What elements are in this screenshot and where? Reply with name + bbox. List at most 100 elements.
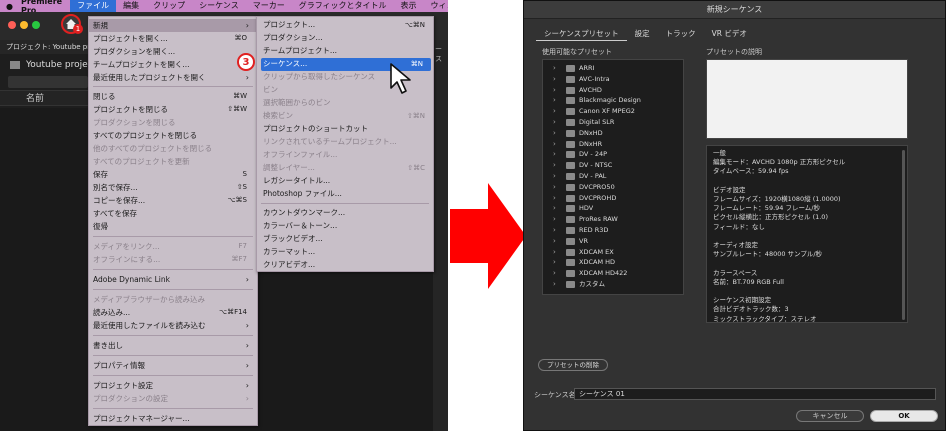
preset-folder-row[interactable]: › DNxHR	[543, 139, 683, 150]
preset-folder-row[interactable]: › XDCAM EX	[543, 247, 683, 258]
details-scrollbar[interactable]	[902, 150, 905, 320]
submenu-item-photoshop-file[interactable]: Photoshop ファイル...	[257, 188, 433, 201]
menu-item-close-all-projects[interactable]: すべてのプロジェクトを閉じる	[89, 129, 257, 142]
chevron-right-icon[interactable]: ›	[553, 106, 556, 117]
preset-folder-row[interactable]: › HDV	[543, 203, 683, 214]
menu-item-close[interactable]: 閉じる ⌘W	[89, 90, 257, 103]
chevron-right-icon[interactable]: ›	[553, 160, 556, 171]
tab-settings[interactable]: 設定	[627, 27, 658, 41]
preset-detail-line: 合計ビデオトラック数：3	[713, 305, 789, 314]
preset-folder-row[interactable]: › カスタム	[543, 279, 683, 290]
chevron-right-icon[interactable]: ›	[553, 193, 556, 204]
delete-preset-button[interactable]: プリセットの削除	[538, 359, 608, 371]
menu-graphics[interactable]: グラフィックとタイトル	[292, 0, 394, 12]
source-tab[interactable]: ース	[435, 44, 448, 64]
submenu-item-project[interactable]: プロジェクト... ⌥⌘N	[257, 19, 433, 32]
submenu-item-bars-tone[interactable]: カラーバー＆トーン...	[257, 220, 433, 233]
menu-window[interactable]: ウィンドウ	[424, 0, 448, 12]
menu-item-revert[interactable]: 復帰	[89, 220, 257, 233]
menu-item-project-manager[interactable]: プロジェクトマネージャー...	[89, 412, 257, 425]
chevron-right-icon[interactable]: ›	[553, 214, 556, 225]
chevron-right-icon[interactable]: ›	[553, 63, 556, 74]
preset-folder-row[interactable]: › DNxHD	[543, 128, 683, 139]
menu-item-save-copy[interactable]: コピーを保存... ⌥⌘S	[89, 194, 257, 207]
chevron-right-icon[interactable]: ›	[553, 257, 556, 268]
chevron-right-icon[interactable]: ›	[553, 225, 556, 236]
chevron-right-icon[interactable]: ›	[553, 236, 556, 247]
zoom-window-icon[interactable]	[32, 21, 40, 29]
chevron-right-icon[interactable]: ›	[553, 117, 556, 128]
chevron-right-icon[interactable]: ›	[553, 128, 556, 139]
minimize-window-icon[interactable]	[20, 21, 28, 29]
preset-folder-row[interactable]: › ProRes RAW	[543, 214, 683, 225]
menu-marker[interactable]: マーカー	[246, 0, 292, 12]
submenu-item-project-shortcut[interactable]: プロジェクトのショートカット	[257, 123, 433, 136]
submenu-item-transparent-video[interactable]: クリアビデオ...	[257, 259, 433, 272]
menu-item-save[interactable]: 保存 S	[89, 168, 257, 181]
preset-folder-row[interactable]: › AVC-Intra	[543, 74, 683, 85]
chevron-right-icon[interactable]: ›	[553, 149, 556, 160]
preset-folder-row[interactable]: › XDCAM HD422	[543, 268, 683, 279]
tab-tracks[interactable]: トラック	[658, 27, 704, 41]
tab-sequence-presets[interactable]: シーケンスプリセット	[536, 27, 627, 41]
preset-folder-label: AVCHD	[579, 85, 602, 94]
preset-folder-row[interactable]: › XDCAM HD	[543, 257, 683, 268]
tab-vr-video[interactable]: VR ビデオ	[704, 27, 755, 41]
preset-folder-row[interactable]: › RED R3D	[543, 225, 683, 236]
menu-edit[interactable]: 編集	[116, 0, 146, 12]
menu-file[interactable]: ファイル	[70, 0, 117, 12]
menu-item-adobe-dynamic-link[interactable]: Adobe Dynamic Link ›	[89, 273, 257, 286]
chevron-right-icon[interactable]: ›	[553, 182, 556, 193]
preset-folder-row[interactable]: › Digital SLR	[543, 117, 683, 128]
preset-folder-row[interactable]: › ARRI	[543, 63, 683, 74]
submenu-item-black-video[interactable]: ブラックビデオ...	[257, 233, 433, 246]
preset-folder-row[interactable]: › Canon XF MPEG2	[543, 106, 683, 117]
chevron-right-icon[interactable]: ›	[553, 268, 556, 279]
menu-sequence[interactable]: シーケンス	[192, 0, 246, 12]
close-window-icon[interactable]	[8, 21, 16, 29]
menu-item-open-production[interactable]: プロダクションを開く...	[89, 45, 257, 58]
preset-folder-row[interactable]: › VR	[543, 236, 683, 247]
chevron-right-icon[interactable]: ›	[553, 85, 556, 96]
submenu-item-countdown[interactable]: カウントダウンマーク...	[257, 207, 433, 220]
chevron-right-icon[interactable]: ›	[553, 95, 556, 106]
cancel-button[interactable]: キャンセル	[796, 410, 864, 422]
chevron-right-icon[interactable]: ›	[553, 279, 556, 290]
chevron-right-icon[interactable]: ›	[553, 203, 556, 214]
sequence-name-input[interactable]: シーケンス 01	[574, 388, 936, 400]
menu-item-open-project[interactable]: プロジェクトを開く... ⌘O	[89, 32, 257, 45]
chevron-right-icon[interactable]: ›	[553, 139, 556, 150]
preset-folder-row[interactable]: › DVCPROHD	[543, 193, 683, 204]
menu-clip[interactable]: クリップ	[146, 0, 192, 12]
submenu-item-legacy-title[interactable]: レガシータイトル...	[257, 175, 433, 188]
submenu-item-color-matte[interactable]: カラーマット...	[257, 246, 433, 259]
preset-folder-row[interactable]: › Blackmagic Design	[543, 95, 683, 106]
preset-folder-row[interactable]: › DV - NTSC	[543, 160, 683, 171]
menu-item-save-all[interactable]: すべてを保存	[89, 207, 257, 220]
project-search-input[interactable]	[8, 76, 88, 88]
chevron-right-icon[interactable]: ›	[553, 74, 556, 85]
submenu-item-production[interactable]: プロダクション...	[257, 32, 433, 45]
ok-button[interactable]: OK	[870, 410, 938, 422]
menu-item-properties[interactable]: プロパティ情報 ›	[89, 359, 257, 372]
menu-item-open-team-project[interactable]: チームプロジェクトを開く...	[89, 58, 257, 71]
column-header-name[interactable]: 名前	[0, 90, 90, 106]
menu-item-export[interactable]: 書き出し ›	[89, 339, 257, 352]
menu-view[interactable]: 表示	[394, 0, 424, 12]
apple-icon[interactable]: ●	[6, 2, 13, 11]
preset-folder-row[interactable]: › DVCPRO50	[543, 182, 683, 193]
preset-folder-row[interactable]: › AVCHD	[543, 85, 683, 96]
chevron-right-icon[interactable]: ›	[553, 247, 556, 258]
chevron-right-icon[interactable]: ›	[553, 171, 556, 182]
preset-folder-row[interactable]: › DV - PAL	[543, 171, 683, 182]
submenu-item-team-project[interactable]: チームプロジェクト...	[257, 45, 433, 58]
menu-item-import[interactable]: 読み込み... ⌥⌘F14	[89, 306, 257, 319]
menu-item-project-settings[interactable]: プロジェクト設定 ›	[89, 379, 257, 392]
preset-folder-row[interactable]: › DV - 24P	[543, 149, 683, 160]
menu-item-recent-projects[interactable]: 最近使用したプロジェクトを開く ›	[89, 71, 257, 84]
menu-item-save-as[interactable]: 別名で保存... ⇧S	[89, 181, 257, 194]
menu-item-new[interactable]: 新規 ›	[89, 19, 257, 32]
menu-item-close-project[interactable]: プロジェクトを閉じる ⇧⌘W	[89, 103, 257, 116]
preset-list[interactable]: › ARRI › AVC-Intra › AVCHD › Blackmagic Design ›…	[542, 59, 684, 295]
menu-item-import-recent[interactable]: 最近使用したファイルを読み込む ›	[89, 319, 257, 332]
